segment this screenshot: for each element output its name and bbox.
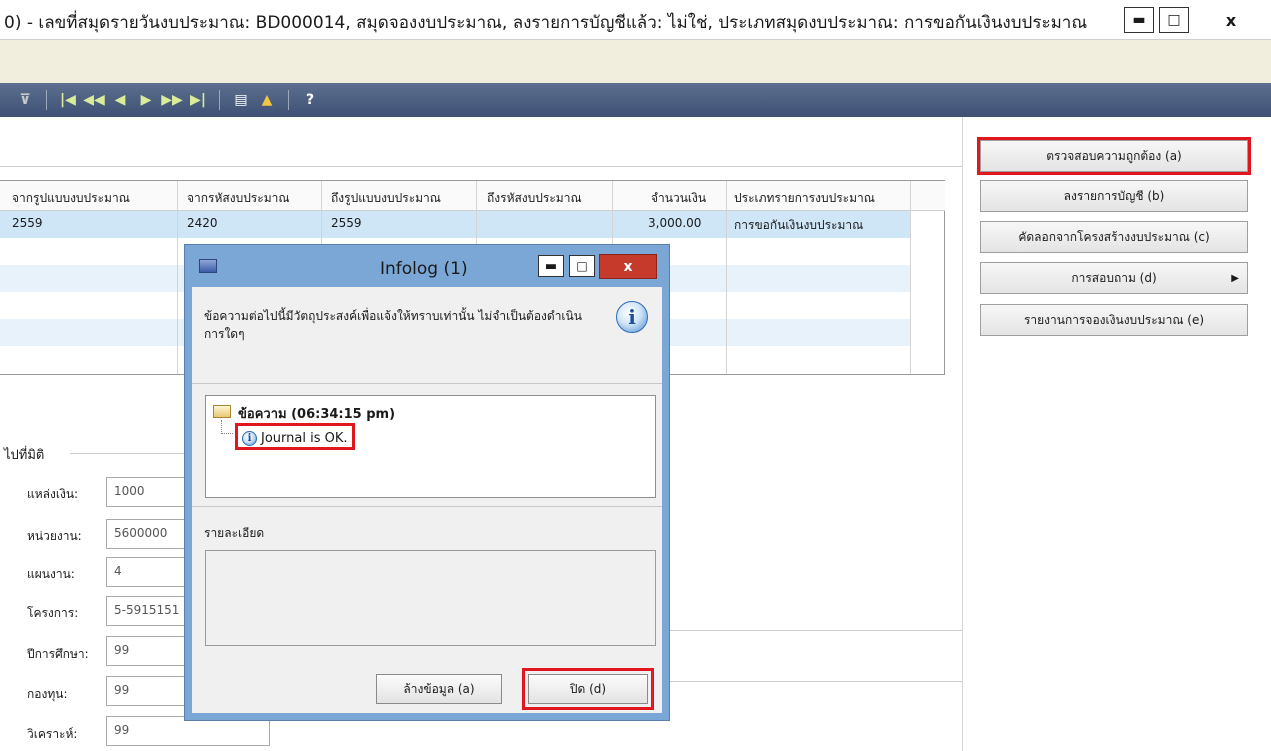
cell-to-budget-model: 2559: [331, 216, 362, 230]
dialog-minimize-button[interactable]: ▬: [538, 255, 564, 277]
dialog-maximize-button[interactable]: □: [569, 255, 595, 277]
message-tree: ข้อความ (06:34:15 pm) i Journal is OK.: [205, 395, 656, 498]
inquiry-menu-button[interactable]: การสอบถาม (d) ▶: [980, 262, 1248, 294]
details-pane: [205, 550, 656, 646]
clear-button[interactable]: ล้างข้อมูล (a): [376, 674, 502, 704]
window-minimize-button[interactable]: ▬: [1124, 7, 1154, 33]
divider: [660, 630, 962, 631]
cell-from-budget-code: 2420: [187, 216, 218, 230]
divider: [192, 506, 662, 507]
dimensions-group-label: ไปที่มิติ: [4, 448, 45, 463]
info-message: ข้อความต่อไปนี้มีวัตถุประสงค์เพื่อแจ้งให…: [204, 309, 582, 341]
column-header[interactable]: จากรูปแบบงบประมาณ: [12, 189, 130, 208]
form-header-strip: [0, 40, 1271, 83]
field-label: แผนงาน:: [27, 567, 75, 581]
window-close-button[interactable]: x: [1196, 7, 1266, 33]
fund-field[interactable]: 99: [106, 676, 186, 706]
tree-node-message-header[interactable]: ข้อความ (06:34:15 pm): [238, 403, 395, 424]
budget-reservation-report-button[interactable]: รายงานการจองเงินงบประมาณ (e): [980, 304, 1248, 336]
copy-from-budget-structure-button[interactable]: คัดลอกจากโครงสร้างงบประมาณ (c): [980, 221, 1248, 253]
info-icon: i: [616, 301, 648, 333]
field-label: กองทุน:: [27, 687, 68, 701]
department-field[interactable]: 5600000: [106, 519, 186, 549]
tree-node-label: Journal is OK.: [261, 430, 348, 446]
toolbar-separator: [46, 90, 47, 110]
details-label: รายละเอียด: [204, 526, 265, 540]
divider: [192, 383, 662, 384]
previous-record-icon[interactable]: ◀: [109, 92, 131, 108]
window-maximize-button[interactable]: □: [1159, 7, 1189, 33]
first-record-icon[interactable]: |◀: [57, 92, 79, 108]
window-title-bar: 0) - เลขที่สมุดรายวันงบประมาณ: BD000014,…: [0, 0, 1271, 40]
chevron-right-icon: ▶: [1231, 272, 1239, 284]
tree-connector: [221, 420, 233, 434]
academic-year-field[interactable]: 99: [106, 636, 186, 666]
field-label: ปีการศึกษา:: [27, 647, 89, 661]
column-divider: [910, 181, 911, 374]
cell-from-budget-model: 2559: [12, 216, 43, 230]
next-record-icon[interactable]: ▶: [135, 92, 157, 108]
project-field[interactable]: 5-5915151: [106, 596, 186, 626]
cell-amount: 3,000.00: [648, 216, 702, 230]
column-divider: [177, 181, 178, 374]
grid-header: จากรูปแบบงบประมาณ จากรหัสงบประมาณ ถึงรูป…: [0, 181, 945, 211]
column-divider: [726, 181, 727, 374]
infolog-app-icon: [199, 259, 217, 273]
next-page-icon[interactable]: ▶▶: [161, 92, 183, 108]
fund-source-field[interactable]: 1000: [106, 477, 186, 507]
toolbar-separator: [288, 90, 289, 110]
envelope-icon: [213, 405, 231, 418]
close-button[interactable]: ปิด (d): [528, 674, 648, 704]
cell-budget-transaction-type: การขอกันเงินงบประมาณ: [734, 218, 864, 232]
column-header[interactable]: จากรหัสงบประมาณ: [187, 189, 289, 208]
dialog-title-bar[interactable]: Infolog (1) ▬ □ x: [185, 245, 671, 287]
attachments-icon[interactable]: ▤: [230, 92, 252, 108]
dialog-body: ข้อความต่อไปนี้มีวัตถุประสงค์เพื่อแจ้งให…: [192, 287, 662, 713]
dialog-title: Infolog (1): [380, 259, 468, 279]
validate-button[interactable]: ตรวจสอบความถูกต้อง (a): [977, 137, 1251, 175]
dialog-close-button[interactable]: x: [599, 254, 657, 279]
field-label: วิเคราะห์:: [27, 727, 78, 741]
tree-node-journal-ok[interactable]: i Journal is OK.: [235, 423, 355, 450]
previous-page-icon[interactable]: ◀◀: [83, 92, 105, 108]
column-header[interactable]: ถึงรูปแบบงบประมาณ: [331, 189, 441, 208]
action-pane-divider: [962, 117, 963, 751]
divider: [70, 453, 185, 454]
field-label: หน่วยงาน:: [27, 529, 82, 543]
table-row[interactable]: 2559 2420 2559 3,000.00 การขอกันเงินงบปร…: [0, 211, 910, 238]
filter-clear-icon[interactable]: ⊽: [14, 92, 36, 108]
info-small-icon: i: [242, 430, 257, 446]
divider: [660, 681, 962, 682]
column-header[interactable]: จำนวนเงิน: [651, 189, 706, 208]
post-button[interactable]: ลงรายการบัญชี (b): [980, 180, 1248, 212]
toolbar-separator: [219, 90, 220, 110]
navigation-toolbar: ⊽ |◀ ◀◀ ◀ ▶ ▶▶ ▶| ▤ ▲ ?: [0, 83, 1271, 117]
plan-field[interactable]: 4: [106, 557, 186, 587]
help-icon[interactable]: ?: [299, 92, 321, 108]
infolog-dialog: Infolog (1) ▬ □ x ข้อความต่อไปนี้มีวัตถุ…: [184, 244, 670, 721]
field-label: โครงการ:: [27, 606, 79, 620]
column-header[interactable]: ประเภทรายการงบประมาณ: [734, 189, 875, 208]
window-title: 0) - เลขที่สมุดรายวันงบประมาณ: BD000014,…: [4, 13, 1088, 33]
column-header[interactable]: ถึงรหัสงบประมาณ: [487, 189, 582, 208]
inquiry-label: การสอบถาม (d): [1071, 270, 1157, 285]
divider: [0, 166, 962, 167]
field-label: แหล่งเงิน:: [27, 487, 79, 501]
alert-icon[interactable]: ▲: [256, 92, 278, 108]
last-record-icon[interactable]: ▶|: [187, 92, 209, 108]
